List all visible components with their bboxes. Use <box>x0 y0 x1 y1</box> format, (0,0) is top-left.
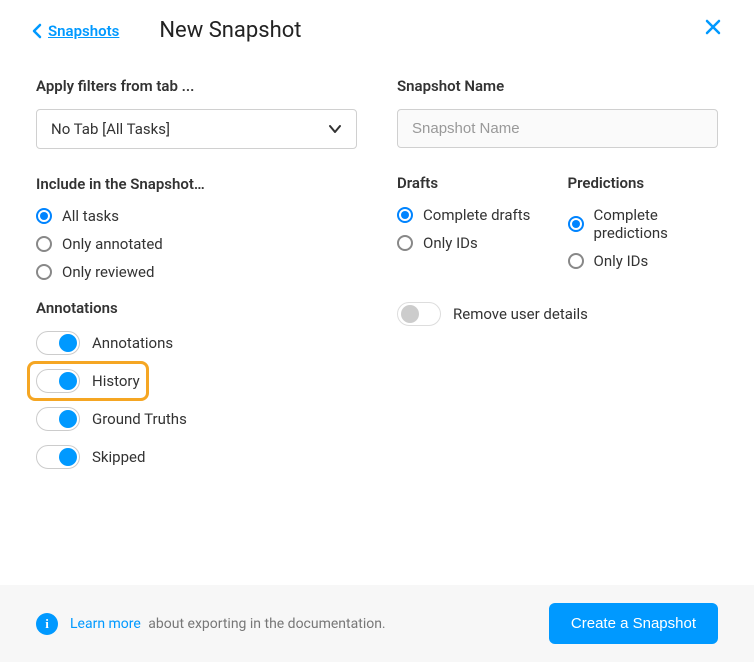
predictions-complete[interactable]: Complete predictions <box>568 206 719 242</box>
include-only-annotated[interactable]: Only annotated <box>36 235 357 253</box>
toggle-skipped-row: Skipped <box>36 445 357 469</box>
toggle-history-row: History <box>36 369 140 393</box>
include-all-tasks[interactable]: All tasks <box>36 207 357 225</box>
create-snapshot-button[interactable]: Create a Snapshot <box>549 603 718 644</box>
toggle-skipped[interactable] <box>36 445 80 469</box>
drafts-label: Drafts <box>397 174 548 192</box>
snapshot-name-input[interactable] <box>397 109 718 148</box>
toggle-ground-truths[interactable] <box>36 407 80 431</box>
toggle-remove-user[interactable] <box>397 302 441 326</box>
toggle-ground-truths-row: Ground Truths <box>36 407 357 431</box>
include-only-reviewed[interactable]: Only reviewed <box>36 263 357 281</box>
filters-label: Apply filters from tab ... <box>36 77 357 95</box>
include-label: Include in the Snapshot… <box>36 175 357 193</box>
close-icon <box>704 18 722 36</box>
radio-icon <box>397 207 413 223</box>
filters-select[interactable]: No Tab [All Tasks] <box>36 109 357 149</box>
back-link[interactable]: Snapshots <box>32 22 119 40</box>
chevron-down-icon <box>328 120 342 138</box>
close-button[interactable] <box>704 18 722 36</box>
toggle-annotations[interactable] <box>36 331 80 355</box>
predictions-only-ids[interactable]: Only IDs <box>568 252 719 270</box>
drafts-complete[interactable]: Complete drafts <box>397 206 548 224</box>
chevron-left-icon <box>32 23 42 39</box>
radio-icon <box>36 208 52 224</box>
predictions-label: Predictions <box>568 174 719 192</box>
radio-icon <box>568 253 584 269</box>
toggle-history[interactable] <box>36 369 80 393</box>
footer-doc-text: about exporting in the documentation. <box>145 616 386 632</box>
filters-value: No Tab [All Tasks] <box>51 120 170 138</box>
toggle-remove-user-row: Remove user details <box>397 302 718 326</box>
learn-more-link[interactable]: Learn more <box>70 616 141 632</box>
annotations-label: Annotations <box>36 299 357 317</box>
toggle-annotations-row: Annotations <box>36 331 357 355</box>
radio-icon <box>36 236 52 252</box>
snapshot-name-label: Snapshot Name <box>397 77 718 95</box>
highlight-ring: History <box>27 361 149 401</box>
radio-icon <box>397 235 413 251</box>
info-icon: i <box>36 613 58 635</box>
back-label: Snapshots <box>48 22 119 40</box>
radio-icon <box>568 216 584 232</box>
page-title: New Snapshot <box>159 18 301 43</box>
radio-icon <box>36 264 52 280</box>
drafts-only-ids[interactable]: Only IDs <box>397 234 548 252</box>
